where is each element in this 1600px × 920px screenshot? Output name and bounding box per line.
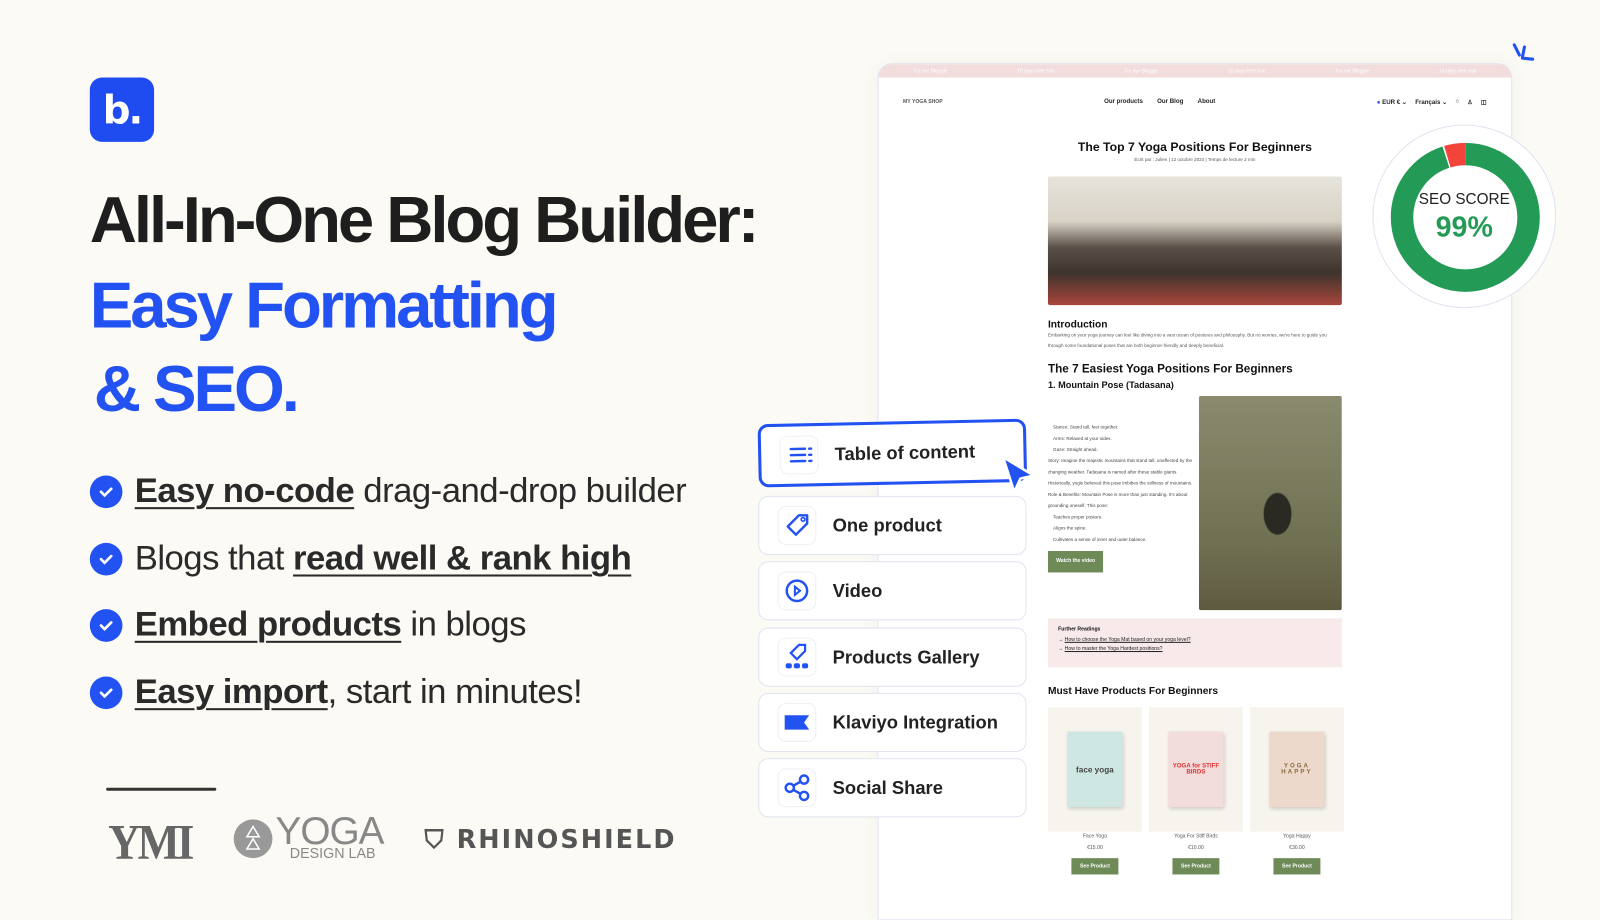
- seo-value: 99%: [1435, 211, 1493, 243]
- pose-image: [1198, 395, 1342, 611]
- block-table-of-content[interactable]: Table of content: [757, 418, 1028, 488]
- block-products-gallery[interactable]: Products Gallery: [758, 627, 1027, 687]
- headline-line3: & SEO.: [93, 352, 300, 426]
- see-product-button[interactable]: See Product: [1071, 858, 1118, 875]
- cart-icon[interactable]: ◫: [1481, 98, 1487, 105]
- block-label: Products Gallery: [832, 646, 980, 667]
- nav-about[interactable]: About: [1198, 99, 1216, 105]
- seo-score-widget: SEO SCORE 99%: [1372, 124, 1557, 309]
- further-readings: Further Readings → How to choose the Yog…: [1047, 618, 1342, 668]
- products-heading: Must Have Products For Beginners: [1047, 685, 1219, 697]
- promo-bar: Try our Bloggle 10 days free trial Try our…: [878, 64, 1512, 78]
- block-label: Klaviyo Integration: [832, 711, 998, 733]
- watch-video-button[interactable]: Watch the video: [1047, 551, 1104, 573]
- brand-logo-ymi: YMI: [108, 814, 194, 870]
- block-klaviyo-integration[interactable]: Klaviyo Integration: [758, 692, 1027, 753]
- account-icon[interactable]: ♙: [1467, 98, 1473, 105]
- product-card: YOGA for STIFF BIRDS Yoga For Stiff Bird…: [1148, 707, 1243, 875]
- sparkle-icon: [1512, 43, 1535, 61]
- feature-item: Easy no-code drag-and-drop builder: [89, 471, 687, 511]
- list-icon: [779, 435, 819, 475]
- section-heading: The 7 Easiest Yoga Positions For Beginne…: [1047, 363, 1293, 376]
- search-icon[interactable]: ○: [1455, 99, 1459, 105]
- flag-icon: ●: [1376, 99, 1381, 106]
- block-label: Video: [832, 580, 883, 601]
- check-icon: [89, 542, 123, 575]
- further-link[interactable]: How to choose the Yoga Mat based on your…: [1065, 637, 1191, 643]
- check-icon: [89, 676, 123, 709]
- bloggle-logo: b.: [89, 77, 155, 142]
- shop-nav: MY YOGA SHOP Our products Our Blog About…: [879, 78, 1512, 127]
- product-image: YOGA HAPPY: [1269, 731, 1325, 808]
- block-one-product[interactable]: One product: [758, 495, 1027, 556]
- cursor-icon: [1001, 455, 1035, 494]
- shop-logo: MY YOGA SHOP: [903, 98, 943, 106]
- product-card: YOGA HAPPY Yoga Happy €30.00 See Product: [1249, 707, 1344, 875]
- article-title: The Top 7 Yoga Positions For Beginners: [1077, 139, 1312, 155]
- see-product-button[interactable]: See Product: [1172, 858, 1219, 875]
- seo-label: SEO SCORE: [1418, 190, 1510, 209]
- headline-line1: All-In-One Blog Builder:: [89, 182, 760, 257]
- product-card: face yoga Face Yoga €15.00 See Product: [1047, 707, 1142, 875]
- feature-item: Embed products in blogs: [89, 605, 526, 645]
- intro-text: Embarking on your yoga journey can feel …: [1047, 332, 1327, 348]
- play-icon: [777, 571, 817, 611]
- currency-select[interactable]: ● EUR € ⌄: [1377, 98, 1407, 105]
- feature-item: Blogs that read well & rank high: [89, 539, 632, 579]
- klaviyo-flag-icon: [777, 703, 817, 742]
- triangle-icon: [233, 819, 273, 859]
- brand-logo-rhinoshield: ⛉ RHINOSHIELD: [424, 824, 677, 855]
- language-select[interactable]: Français ⌄: [1415, 98, 1447, 105]
- block-social-share[interactable]: Social Share: [758, 758, 1027, 818]
- share-icon: [777, 768, 817, 808]
- divider: [106, 787, 217, 791]
- article-meta: Écrit par : Julien | 12 octobre 2023 | T…: [1134, 157, 1256, 163]
- block-label: Social Share: [832, 777, 943, 798]
- hero-image: [1047, 176, 1342, 306]
- product-image: face yoga: [1067, 731, 1123, 808]
- see-product-button[interactable]: See Product: [1273, 858, 1320, 875]
- check-icon: [89, 474, 123, 508]
- check-icon: [89, 608, 123, 642]
- feature-item: Easy import, start in minutes!: [89, 672, 583, 712]
- block-label: One product: [832, 514, 942, 536]
- further-link[interactable]: How to master the Yoga Hardest positions…: [1065, 646, 1163, 652]
- nav-our-blog[interactable]: Our Blog: [1157, 99, 1183, 105]
- pose-text: Stance: Stand tall, feet together. Arms:…: [1047, 421, 1193, 573]
- headline-line2: Easy Formatting: [89, 268, 559, 342]
- intro-heading: Introduction: [1047, 319, 1108, 331]
- tag-gallery-icon: [777, 637, 817, 677]
- block-video[interactable]: Video: [758, 561, 1027, 621]
- pose-heading: 1. Mountain Pose (Tadasana): [1047, 379, 1174, 390]
- tag-icon: [777, 506, 817, 545]
- nav-our-products[interactable]: Our products: [1104, 99, 1143, 105]
- block-label: Table of content: [834, 440, 976, 464]
- product-image: YOGA for STIFF BIRDS: [1168, 731, 1224, 808]
